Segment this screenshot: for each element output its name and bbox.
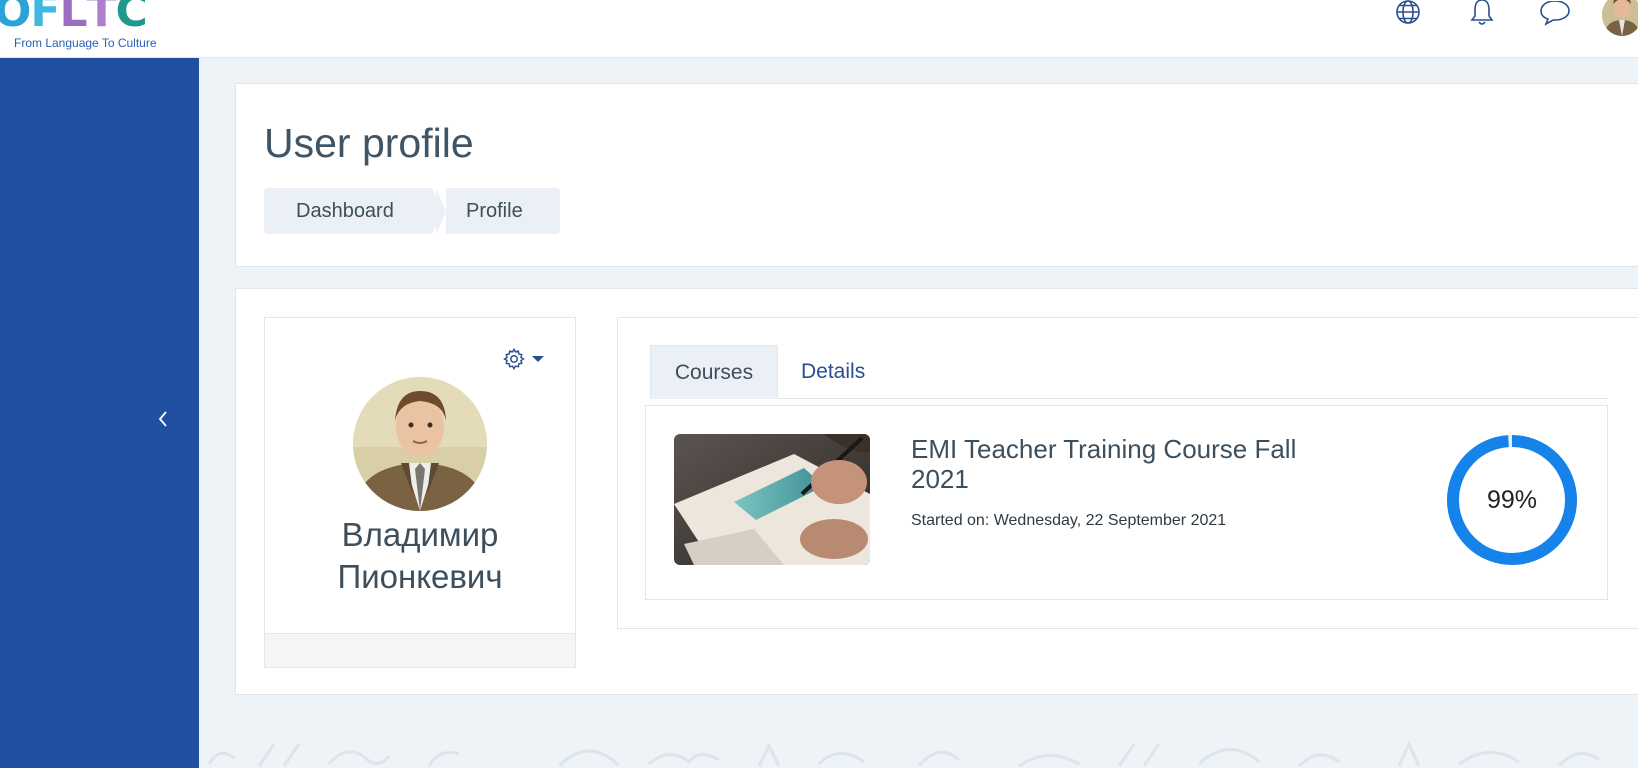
course-progress-ring: 99% [1446, 434, 1578, 566]
page-header-card: User profile Dashboard Profile [235, 83, 1638, 267]
logo-letter: T [86, 0, 117, 37]
background-pattern [199, 736, 1638, 768]
breadcrumb: Dashboard Profile [264, 188, 560, 234]
logo-tagline: From Language To Culture [14, 36, 157, 50]
profile-name: Владимир Пионкевич [337, 516, 503, 595]
logo-letter: L [59, 0, 87, 37]
profile-card: Владимир Пионкевич [264, 317, 576, 668]
top-header: OFLTC From Language To Culture [0, 0, 1638, 58]
left-sidebar [0, 58, 199, 768]
chat-icon[interactable] [1539, 0, 1571, 28]
logo-letter: O [0, 0, 31, 37]
logo-letter: F [30, 0, 60, 37]
profile-tabs-panel: Courses Details EMI Teacher Training Cou… [617, 317, 1638, 629]
caret-down-icon [532, 356, 544, 362]
tab-courses[interactable]: Courses [650, 345, 778, 399]
course-image[interactable] [674, 434, 870, 565]
course-card: EMI Teacher Training Course Fall 2021 St… [645, 405, 1608, 600]
site-logo[interactable]: OFLTC From Language To Culture [0, 0, 164, 50]
course-title[interactable]: EMI Teacher Training Course Fall 2021 [911, 434, 1351, 494]
page-title: User profile [264, 120, 474, 166]
bell-icon[interactable] [1466, 0, 1498, 28]
progress-percentage: 99% [1486, 485, 1538, 514]
logo-letters: OFLTC [0, 0, 148, 37]
user-menu-avatar[interactable] [1602, 0, 1638, 36]
logo-letter: C [115, 0, 148, 37]
course-start-date: Started on: Wednesday, 22 September 2021 [911, 512, 1227, 529]
breadcrumb-dashboard[interactable]: Dashboard [264, 188, 442, 234]
profile-picture [353, 377, 487, 511]
main-content-card: Владимир Пионкевич Courses Details EMI T… [235, 288, 1638, 695]
tab-list: Courses Details [650, 345, 1608, 399]
breadcrumb-profile[interactable]: Profile [436, 188, 560, 234]
globe-icon[interactable] [1392, 0, 1424, 28]
gear-icon [503, 348, 525, 370]
profile-card-footer [265, 633, 575, 667]
chevron-left-icon[interactable] [152, 408, 174, 430]
tab-details[interactable]: Details [778, 345, 865, 399]
profile-settings-menu[interactable] [503, 346, 553, 372]
